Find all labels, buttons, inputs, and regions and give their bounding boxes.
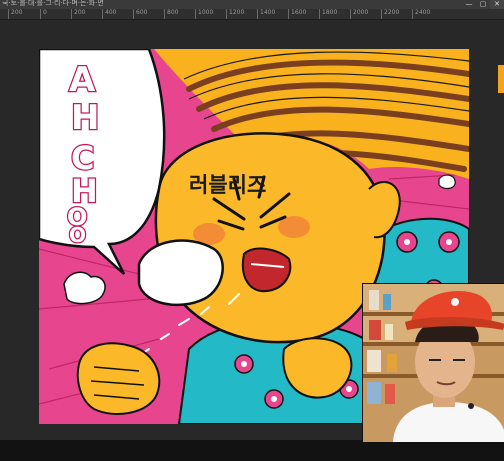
ruler-tick: 600 (133, 9, 147, 19)
ruler-tick: 200 (71, 9, 85, 19)
ruler-tick: 400 (102, 9, 116, 19)
speech-letter: A (69, 60, 96, 100)
webcam-video (363, 284, 504, 442)
speech-letter: O (69, 223, 86, 247)
ruler-tick: 1400 (257, 9, 275, 19)
status-bar (0, 440, 504, 461)
ruler-tick: 1000 (195, 9, 213, 19)
ruler-tick: 2400 (412, 9, 430, 19)
ruler-tick: 2200 (381, 9, 399, 19)
title-bar: 국·토·블·대·를·그·리·다·며·는·화·면 — ▢ ✕ (0, 0, 504, 9)
window-close-icon[interactable]: ✕ (490, 0, 504, 9)
ruler-tick: 1600 (288, 9, 306, 19)
webcam-overlay (362, 283, 504, 443)
ruler-tick: 2000 (350, 9, 368, 19)
ruler-tick: 800 (164, 9, 178, 19)
window-title: 국·토·블·대·를·그·리·다·며·는·화·면 (2, 0, 104, 7)
korean-label: 러블리즈 (189, 173, 266, 197)
ruler-tick: 200 (8, 9, 22, 19)
ruler-tick: 1800 (319, 9, 337, 19)
speech-letter: H (71, 98, 99, 138)
window-minimize-icon[interactable]: — (462, 0, 476, 9)
ruler-tick: 0 (40, 9, 47, 19)
window-maximize-icon[interactable]: ▢ (476, 0, 490, 9)
panel-edge-swatch (498, 65, 504, 93)
horizontal-ruler[interactable]: 200 0 200 400 600 800 1000 1200 1400 160… (0, 9, 504, 20)
ruler-tick: 1200 (226, 9, 244, 19)
